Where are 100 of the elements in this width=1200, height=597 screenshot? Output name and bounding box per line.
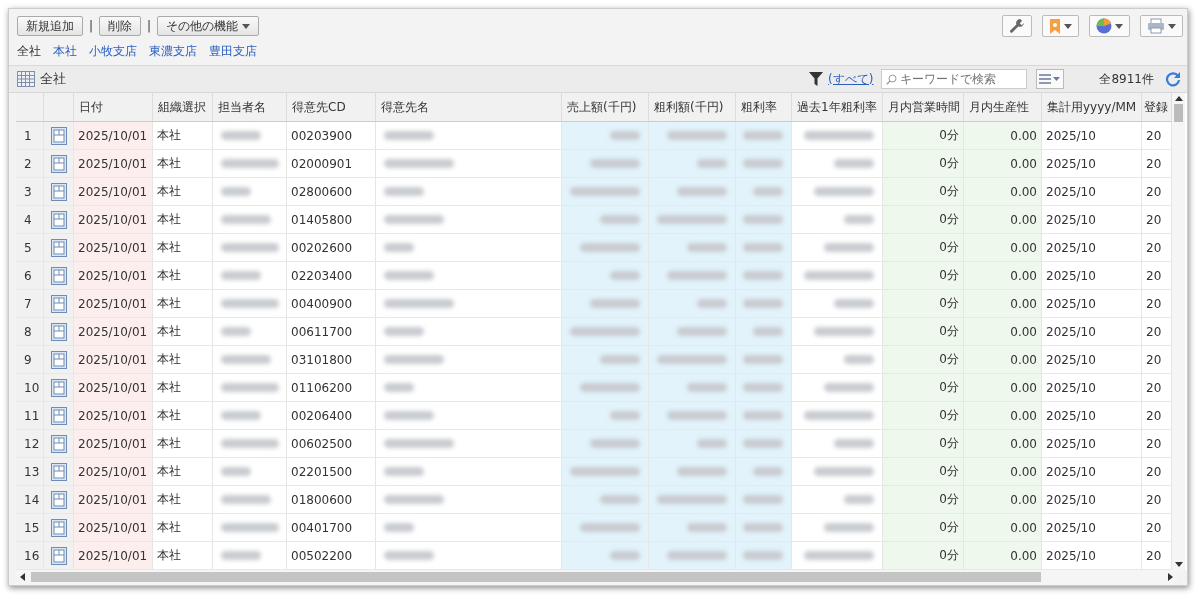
blurred-text bbox=[687, 523, 727, 532]
vertical-scrollbar[interactable] bbox=[1172, 93, 1185, 570]
form-icon[interactable] bbox=[50, 322, 67, 341]
blurred-text bbox=[221, 271, 261, 280]
table-cell: 2025/10/01 bbox=[74, 486, 153, 514]
toolbar-button[interactable]: 削除 bbox=[99, 16, 142, 36]
form-icon[interactable] bbox=[50, 238, 67, 257]
table-cell: 0.00 bbox=[964, 514, 1042, 542]
blurred-text bbox=[743, 551, 783, 560]
blurred-text bbox=[657, 215, 727, 224]
blurred-text bbox=[221, 523, 279, 532]
table-cell: 本社 bbox=[153, 150, 213, 178]
table-cell: 0分 bbox=[883, 178, 964, 206]
more-functions-button[interactable]: その他の機能 bbox=[157, 16, 260, 36]
column-header[interactable]: 集計用yyyy/MM bbox=[1042, 93, 1142, 121]
row-number: 9 bbox=[24, 352, 32, 367]
settings-button[interactable] bbox=[1002, 15, 1032, 37]
blurred-text bbox=[743, 271, 783, 280]
table-cell: 0分 bbox=[883, 486, 964, 514]
branch-link[interactable]: 小牧支店 bbox=[89, 42, 137, 60]
column-menu-button[interactable] bbox=[1036, 69, 1065, 89]
blurred-text bbox=[384, 299, 454, 308]
form-icon[interactable] bbox=[50, 182, 67, 201]
separator: | bbox=[147, 19, 152, 33]
blurred-text bbox=[384, 327, 424, 336]
column-header[interactable]: 得意先CD bbox=[287, 93, 376, 121]
chart-button[interactable] bbox=[1089, 15, 1130, 37]
row-number: 3 bbox=[24, 184, 32, 199]
blurred-text bbox=[384, 215, 444, 224]
blurred-text bbox=[384, 467, 424, 476]
table-cell: 0分 bbox=[883, 206, 964, 234]
blurred-text bbox=[610, 411, 640, 420]
form-icon[interactable] bbox=[50, 210, 67, 229]
blurred-text bbox=[697, 439, 727, 448]
form-icon[interactable] bbox=[50, 294, 67, 313]
blurred-text bbox=[834, 299, 874, 308]
column-header[interactable]: 月内生産性 bbox=[964, 93, 1042, 121]
table-cell: 0.00 bbox=[964, 290, 1042, 318]
branch-link[interactable]: 本社 bbox=[53, 42, 77, 60]
table-cell: 00202600 bbox=[287, 234, 376, 262]
table-cell: 02203400 bbox=[287, 262, 376, 290]
column-header[interactable]: 売上額(千円) bbox=[562, 93, 649, 121]
table-cell: 2025/10/01 bbox=[74, 150, 153, 178]
form-icon[interactable] bbox=[50, 266, 67, 285]
blurred-text bbox=[221, 551, 261, 560]
form-icon[interactable] bbox=[50, 406, 67, 425]
column-header[interactable]: 得意先名 bbox=[376, 93, 562, 121]
blurred-text bbox=[221, 383, 279, 392]
column-header[interactable]: 担当者名 bbox=[213, 93, 287, 121]
form-icon[interactable] bbox=[50, 154, 67, 173]
form-icon[interactable] bbox=[50, 126, 67, 145]
column-header[interactable]: 過去1年粗利率 bbox=[792, 93, 883, 121]
blurred-text bbox=[384, 271, 434, 280]
print-button[interactable] bbox=[1140, 15, 1183, 37]
table-cell: 0.00 bbox=[964, 150, 1042, 178]
form-icon[interactable] bbox=[50, 378, 67, 397]
form-icon[interactable] bbox=[50, 462, 67, 481]
bookmark-button[interactable] bbox=[1042, 15, 1079, 37]
blurred-text bbox=[657, 495, 727, 504]
blurred-text bbox=[677, 187, 727, 196]
blurred-text bbox=[590, 439, 640, 448]
form-icon[interactable] bbox=[50, 350, 67, 369]
blurred-text bbox=[221, 467, 251, 476]
column-header[interactable]: 組織選択 bbox=[153, 93, 213, 121]
column-header[interactable]: 粗利額(千円) bbox=[649, 93, 736, 121]
table-cell: 本社 bbox=[153, 458, 213, 486]
table-cell: 0.00 bbox=[964, 318, 1042, 346]
table-cell: 2025/10/01 bbox=[74, 402, 153, 430]
blurred-text bbox=[384, 411, 434, 420]
toolbar-button[interactable]: 新規追加 bbox=[17, 16, 83, 36]
row-number: 7 bbox=[24, 296, 32, 311]
column-header[interactable]: 粗利率 bbox=[736, 93, 792, 121]
form-icon[interactable] bbox=[50, 434, 67, 453]
blurred-text bbox=[610, 271, 640, 280]
branch-link[interactable]: 東濃支店 bbox=[149, 42, 197, 60]
caret-icon bbox=[1168, 23, 1176, 29]
blurred-text bbox=[743, 299, 783, 308]
table-cell: 2025/10 bbox=[1042, 262, 1142, 290]
column-header[interactable]: 日付 bbox=[74, 93, 153, 121]
row-number: 16 bbox=[24, 548, 40, 563]
blurred-text bbox=[753, 467, 783, 476]
blurred-text bbox=[580, 243, 640, 252]
blurred-text bbox=[590, 159, 640, 168]
blurred-text bbox=[221, 243, 279, 252]
refresh-icon[interactable] bbox=[1165, 71, 1181, 87]
table-cell: 0分 bbox=[883, 318, 964, 346]
branch-link[interactable]: 全社 bbox=[17, 42, 41, 60]
blurred-text bbox=[384, 131, 434, 140]
row-number: 12 bbox=[24, 436, 40, 451]
blurred-text bbox=[844, 215, 874, 224]
form-icon[interactable] bbox=[50, 546, 67, 565]
form-icon[interactable] bbox=[50, 490, 67, 509]
column-header[interactable]: 月内営業時間 bbox=[883, 93, 964, 121]
branch-link[interactable]: 豊田支店 bbox=[209, 42, 257, 60]
table-cell: 0.00 bbox=[964, 374, 1042, 402]
form-icon[interactable] bbox=[50, 518, 67, 537]
table-cell: 2025/10 bbox=[1042, 150, 1142, 178]
table-cell: 00401700 bbox=[287, 514, 376, 542]
search-field[interactable]: キーワードで検索 bbox=[881, 69, 1028, 89]
filter-link[interactable]: (すべて) bbox=[828, 70, 874, 88]
